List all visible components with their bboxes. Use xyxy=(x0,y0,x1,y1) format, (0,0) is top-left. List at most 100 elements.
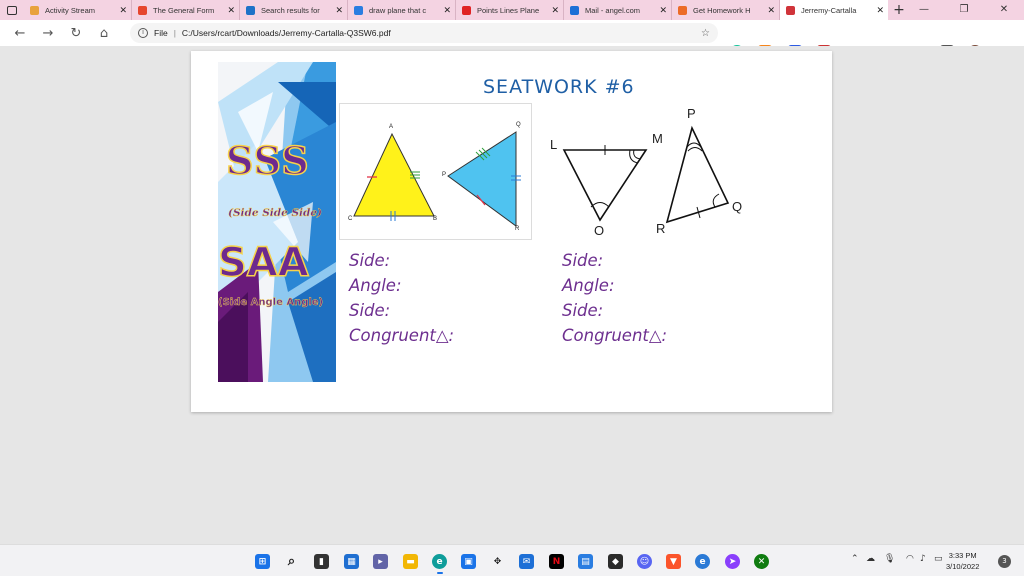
search-icon[interactable]: ⌕ xyxy=(284,554,299,569)
tab-actions-button[interactable] xyxy=(0,0,24,20)
edge-dev-icon[interactable]: e xyxy=(695,554,710,569)
tab-label: Search results for xyxy=(261,5,320,15)
tab-jerremy-cartalla[interactable]: Jerremy-Cartalla ✕ xyxy=(780,0,888,20)
vertex-label: P xyxy=(442,172,447,178)
tab-actions-icon xyxy=(7,5,17,15)
tab-label: Get Homework H xyxy=(693,5,751,15)
forward-button[interactable]: → xyxy=(34,26,62,41)
active-app-indicator xyxy=(437,572,443,574)
store-icon[interactable]: ▣ xyxy=(461,554,476,569)
vertex-label: B xyxy=(433,216,438,222)
discord-icon[interactable]: ☺ xyxy=(637,554,652,569)
tab-label: Jerremy-Cartalla xyxy=(801,5,857,15)
teams-chat-icon[interactable]: ▸ xyxy=(373,554,388,569)
question-side: Side: xyxy=(562,301,604,320)
tab-strip: Activity Stream ✕ The General Form ✕ Search … xyxy=(0,0,1024,20)
tab-favicon-icon xyxy=(354,5,363,15)
vertex-label: Q xyxy=(732,199,743,214)
home-button[interactable]: ⌂ xyxy=(90,26,118,41)
figure-saa-triangles: L M O P R Q xyxy=(534,103,759,243)
tab-close-icon[interactable]: ✕ xyxy=(767,5,775,16)
sss-saa-banner: SSS (Side Side Side) SAA (Side Angle Ang… xyxy=(218,62,336,382)
clock-time: 3:33 PM xyxy=(948,551,977,560)
figure-sss-triangles: A C B Q P R xyxy=(339,103,532,240)
tab-close-icon[interactable]: ✕ xyxy=(443,5,451,16)
wifi-icon[interactable]: ◠ xyxy=(906,554,914,564)
xbox-icon[interactable]: ✕ xyxy=(754,554,769,569)
tab-label: Mail - angel.com xyxy=(585,5,641,15)
tab-close-icon[interactable]: ✕ xyxy=(227,5,235,16)
vertex-label: P xyxy=(687,106,696,121)
refresh-button[interactable]: ↻ xyxy=(62,26,90,41)
address-separator: | xyxy=(173,28,176,38)
netflix-icon[interactable]: N xyxy=(549,554,564,569)
question-congruent: Congruent△: xyxy=(562,326,668,345)
game-app-icon[interactable]: ◆ xyxy=(608,554,623,569)
info-icon[interactable]: i xyxy=(138,28,148,38)
toolbar: ← → ↻ ⌂ i File | C:/Users/rcart/Download… xyxy=(0,20,1024,59)
page-title: SEATWORK #6 xyxy=(483,76,635,98)
tab-favicon-icon xyxy=(30,5,39,15)
vertex-label: A xyxy=(389,124,394,130)
vertex-label: R xyxy=(656,221,666,236)
question-side: Side: xyxy=(562,251,604,270)
tab-close-icon[interactable]: ✕ xyxy=(119,5,127,16)
vertex-label: R xyxy=(515,226,520,232)
messenger-icon[interactable]: ➤ xyxy=(725,554,740,569)
task-view-icon[interactable]: ▮ xyxy=(314,554,329,569)
tab-label: The General Form xyxy=(153,5,215,15)
brave-browser-icon[interactable]: ▼ xyxy=(666,554,681,569)
tab-draw-plane-that-c[interactable]: draw plane that c ✕ xyxy=(348,0,456,20)
tab-favicon-icon xyxy=(786,5,795,15)
tab-close-icon[interactable]: ✕ xyxy=(659,5,667,16)
close-window-button[interactable]: ✕ xyxy=(984,0,1024,20)
vertex-label: O xyxy=(594,223,605,238)
question-side: Side: xyxy=(349,251,391,270)
notification-badge[interactable]: 3 xyxy=(998,555,1011,568)
tab-mail-angel-com[interactable]: Mail - angel.com ✕ xyxy=(564,0,672,20)
file-explorer-icon[interactable]: ▬ xyxy=(403,554,418,569)
saa-title: SAA xyxy=(218,239,309,287)
back-button[interactable]: ← xyxy=(6,26,34,41)
address-scheme: File xyxy=(154,28,168,38)
battery-icon[interactable]: ▭ xyxy=(934,554,943,564)
tab-points-lines-plane[interactable]: Points Lines Plane ✕ xyxy=(456,0,564,20)
tab-the-general-form[interactable]: The General Form ✕ xyxy=(132,0,240,20)
tab-favicon-icon xyxy=(138,5,147,15)
minimize-button[interactable]: — xyxy=(904,0,944,20)
tab-get-homework-h[interactable]: Get Homework H ✕ xyxy=(672,0,780,20)
edge-browser-icon[interactable]: e xyxy=(432,554,447,569)
tab-activity-stream[interactable]: Activity Stream ✕ xyxy=(24,0,132,20)
favorite-star-icon[interactable]: ☆ xyxy=(701,28,710,39)
question-angle: Angle: xyxy=(562,276,615,295)
sss-title: SSS xyxy=(225,137,310,184)
microphone-icon[interactable]: 🎙︎ xyxy=(884,554,895,564)
start-windows-icon[interactable]: ⊞ xyxy=(255,554,270,569)
vertex-label: M xyxy=(652,131,663,146)
cloud-icon[interactable]: ☁ xyxy=(866,554,875,564)
address-bar[interactable]: i File | C:/Users/rcart/Downloads/Jerrem… xyxy=(130,23,718,43)
mail-icon[interactable]: ✉ xyxy=(519,554,534,569)
clock-date: 3/10/2022 xyxy=(946,562,980,571)
tab-favicon-icon xyxy=(462,5,471,15)
pdf-viewer: SSS (Side Side Side) SAA (Side Angle Ang… xyxy=(0,46,1024,544)
vertex-label: Q xyxy=(516,122,521,128)
tab-close-icon[interactable]: ✕ xyxy=(551,5,559,16)
question-congruent: Congruent△: xyxy=(349,326,455,345)
tab-close-icon[interactable]: ✕ xyxy=(876,5,884,16)
vertex-label: C xyxy=(348,216,353,222)
widgets-icon[interactable]: ▦ xyxy=(344,554,359,569)
sss-subtitle: (Side Side Side) xyxy=(228,207,323,219)
dropbox-icon[interactable]: ✥ xyxy=(490,554,505,569)
calendar-app-icon[interactable]: ▤ xyxy=(578,554,593,569)
tab-search-results-for[interactable]: Search results for ✕ xyxy=(240,0,348,20)
window-controls: — ❐ ✕ xyxy=(904,0,1024,20)
tab-label: Activity Stream xyxy=(45,5,96,15)
show-hidden-icons-chevron-up-icon[interactable]: ⌃ xyxy=(851,554,859,564)
questions-left: Side: Angle: Side: Congruent△: xyxy=(349,248,454,348)
tab-close-icon[interactable]: ✕ xyxy=(335,5,343,16)
volume-icon[interactable]: ♪ xyxy=(920,554,926,564)
system-clock[interactable]: 3:33 PM 3/10/2022 xyxy=(946,550,979,572)
restore-button[interactable]: ❐ xyxy=(944,0,984,20)
vertex-label: L xyxy=(550,137,558,152)
